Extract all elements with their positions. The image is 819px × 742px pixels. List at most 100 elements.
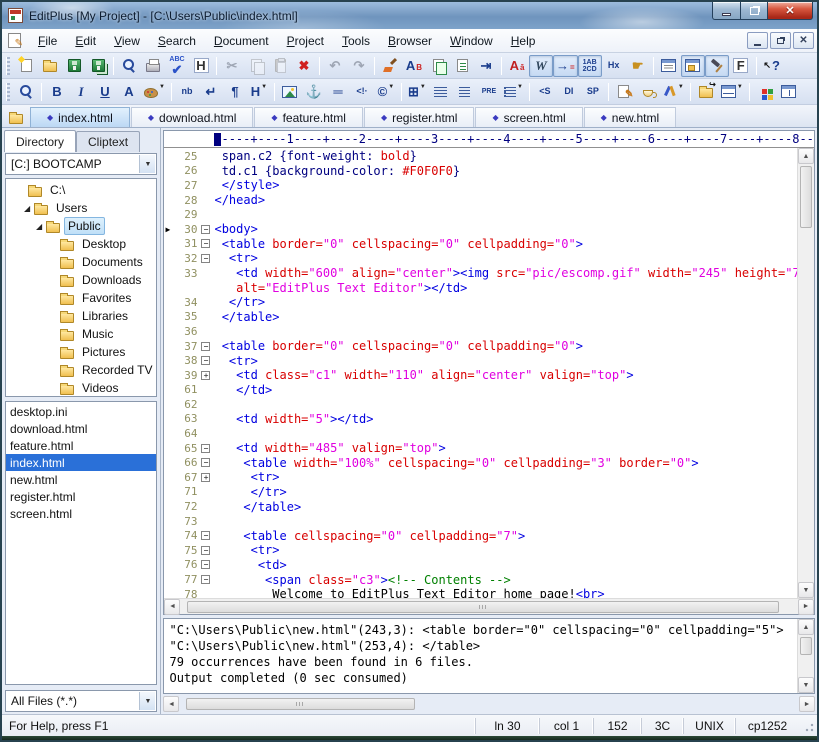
image-button[interactable] <box>278 81 302 103</box>
fold-collapse-icon[interactable]: − <box>201 531 210 540</box>
tree-item-documents[interactable]: Documents <box>6 253 156 271</box>
title-bar[interactable]: EditPlus [My Project] - [C:\Users\Public… <box>2 2 817 29</box>
tab-cliptext[interactable]: Cliptext <box>76 131 140 152</box>
menu-tools[interactable]: Tools <box>333 31 379 51</box>
close-button[interactable]: ✕ <box>768 2 813 20</box>
file-item-desktopini[interactable]: desktop.ini <box>6 403 156 420</box>
fold-margin[interactable]: − <box>197 575 214 584</box>
fold-collapse-icon[interactable]: − <box>201 560 210 569</box>
output-horizontal-scrollbar[interactable]: ◄ ► <box>163 694 815 714</box>
mark-button[interactable] <box>378 55 402 77</box>
tree-item-libraries[interactable]: Libraries <box>6 307 156 325</box>
chevron-down-icon[interactable]: ▼ <box>139 692 155 710</box>
save-file-button[interactable] <box>62 55 86 77</box>
print-preview-button[interactable] <box>117 55 141 77</box>
font-button[interactable]: Aā <box>505 55 529 77</box>
table-button[interactable]: ⊞▼ <box>405 81 429 103</box>
document-template-button[interactable] <box>450 55 474 77</box>
tree-item-c[interactable]: C:\ <box>6 181 156 199</box>
tree-item-videos[interactable]: Videos <box>6 379 156 397</box>
non-breaking-space-button[interactable]: nb <box>175 81 199 103</box>
fold-margin[interactable]: − <box>197 239 214 248</box>
align-left-button[interactable] <box>429 81 453 103</box>
find-button[interactable]: AB <box>402 55 426 77</box>
copy-html-button[interactable] <box>426 55 450 77</box>
paragraph-button[interactable]: ¶ <box>223 81 247 103</box>
menu-search[interactable]: Search <box>149 31 205 51</box>
directory-window-button[interactable] <box>681 55 705 77</box>
word-wrap-button[interactable]: W <box>529 55 553 77</box>
strike-tag-button[interactable]: <S <box>533 81 557 103</box>
file-item-featurehtml[interactable]: feature.html <box>6 437 156 454</box>
minimize-button[interactable] <box>712 2 741 20</box>
output-hscroll-thumb[interactable] <box>186 698 415 710</box>
menu-browser[interactable]: Browser <box>379 31 441 51</box>
anchor-button[interactable]: ⚓ <box>302 81 326 103</box>
tree-item-desktop[interactable]: Desktop <box>6 235 156 253</box>
document-menu-icon[interactable] <box>8 33 21 48</box>
menu-file[interactable]: File <box>29 31 66 51</box>
fold-margin[interactable]: − <box>197 225 214 234</box>
file-item-newhtml[interactable]: new.html <box>6 471 156 488</box>
paste-button[interactable] <box>268 55 292 77</box>
list-tag-button[interactable]: ▼ <box>501 81 526 103</box>
bold-button[interactable]: B <box>45 81 69 103</box>
delete-button[interactable]: ✖ <box>292 55 316 77</box>
menu-document[interactable]: Document <box>205 31 278 51</box>
fold-margin[interactable]: − <box>197 546 214 555</box>
special-character-button[interactable]: ©▼ <box>374 81 398 103</box>
pre-tag-button[interactable]: PRE <box>477 81 501 103</box>
font-tag-button[interactable]: A <box>117 81 141 103</box>
fold-collapse-icon[interactable]: − <box>201 225 210 234</box>
align-center-button[interactable] <box>453 81 477 103</box>
menu-window[interactable]: Window <box>441 31 502 51</box>
fold-collapse-icon[interactable]: − <box>201 575 210 584</box>
tab-feature.html[interactable]: ◆feature.html <box>254 107 363 127</box>
file-manager-button[interactable] <box>753 81 777 103</box>
fold-margin[interactable]: − <box>197 444 214 453</box>
underline-button[interactable]: U <box>93 81 117 103</box>
file-item-registerhtml[interactable]: register.html <box>6 488 156 505</box>
tree-item-users[interactable]: ◢Users <box>6 199 156 217</box>
redo-button[interactable]: ↷ <box>347 55 371 77</box>
fold-margin[interactable]: − <box>197 342 214 351</box>
color-palette-button[interactable]: ▼ <box>141 81 168 103</box>
fold-margin[interactable]: − <box>197 254 214 263</box>
output-vscroll-thumb[interactable] <box>800 637 812 655</box>
scroll-up-icon[interactable]: ▲ <box>798 619 814 635</box>
div-tag-button[interactable]: DI <box>557 81 581 103</box>
mdi-minimize-button[interactable] <box>747 32 768 49</box>
new-file-button[interactable] <box>14 55 38 77</box>
save-all-button[interactable] <box>86 55 110 77</box>
mdi-close-button[interactable]: ✕ <box>793 32 814 49</box>
mdi-restore-button[interactable] <box>770 32 791 49</box>
cut-button[interactable]: ✂ <box>220 55 244 77</box>
file-item-downloadhtml[interactable]: download.html <box>6 420 156 437</box>
tab-directory[interactable]: Directory <box>4 130 76 152</box>
fold-expand-icon[interactable]: + <box>201 473 210 482</box>
syntax-color-button[interactable]: ▼ <box>660 81 687 103</box>
open-file-button[interactable] <box>38 55 62 77</box>
fold-collapse-icon[interactable]: − <box>201 254 210 263</box>
indent-button[interactable]: ⇥ <box>474 55 498 77</box>
span-tag-button[interactable]: SP <box>581 81 605 103</box>
scroll-down-icon[interactable]: ▼ <box>798 677 814 693</box>
tile-windows-button[interactable] <box>777 81 801 103</box>
heading-button[interactable]: H▼ <box>247 81 271 103</box>
tab-register.html[interactable]: ◆register.html <box>364 107 475 127</box>
fold-collapse-icon[interactable]: − <box>201 444 210 453</box>
toolbar-grip[interactable] <box>6 83 10 101</box>
fold-collapse-icon[interactable]: − <box>201 342 210 351</box>
file-filter-selector[interactable]: All Files (*.*) ▼ <box>5 690 157 712</box>
full-screen-button[interactable]: F <box>729 55 753 77</box>
menu-edit[interactable]: Edit <box>66 31 105 51</box>
tab-index.html[interactable]: ◆index.html <box>30 107 130 127</box>
menu-view[interactable]: View <box>105 31 149 51</box>
fold-margin[interactable]: − <box>197 560 214 569</box>
tab-new.html[interactable]: ◆new.html <box>584 107 677 127</box>
output-window-button[interactable] <box>705 55 729 77</box>
tree-expanded-icon[interactable]: ◢ <box>36 222 46 231</box>
chevron-down-icon[interactable]: ▼ <box>139 155 155 173</box>
fold-margin[interactable]: + <box>197 473 214 482</box>
fold-expand-icon[interactable]: + <box>201 371 210 380</box>
